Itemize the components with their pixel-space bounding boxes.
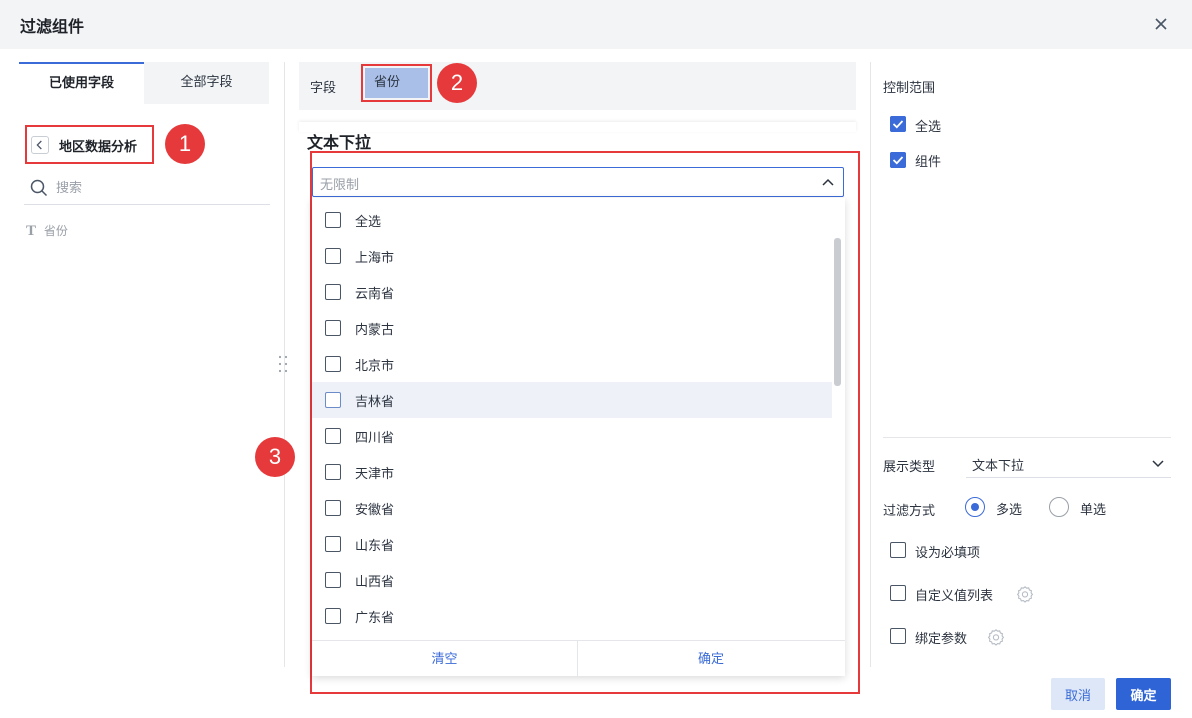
option-checkbox[interactable] [325,464,341,480]
dialog-title: 过滤组件 [20,17,85,36]
option-item[interactable]: 山西省 [312,562,832,598]
dropdown-scrollbar[interactable] [834,238,841,386]
select-placeholder: 无限制 [320,178,360,193]
required-label: 设为必填项 [915,546,981,561]
text-type-icon: T [26,223,37,239]
dataset-back-button[interactable]: 地区数据分析 [25,125,154,164]
filter-select[interactable]: 无限制 [312,167,844,197]
option-checkbox[interactable] [325,284,341,300]
tab-all-fields[interactable]: 全部字段 [144,62,269,104]
option-label: 内蒙古 [355,323,395,338]
option-label: 山西省 [355,575,395,590]
custom-values-checkbox[interactable] [890,585,906,601]
chevron-left-icon [31,136,49,154]
field-tabs: 已使用字段 全部字段 [19,62,269,104]
dropdown-confirm-button[interactable]: 确定 [578,641,844,677]
dropdown-footer: 清空 确定 [312,640,845,677]
option-label: 天津市 [355,467,395,482]
tab-used-fields[interactable]: 已使用字段 [19,62,144,104]
dialog-header: 过滤组件 [0,0,1192,49]
field-chip-province[interactable]: 省份 [365,68,428,98]
field-item-label: 省份 [43,224,68,238]
gear-icon[interactable] [987,628,1005,646]
close-icon[interactable] [1151,14,1171,34]
option-item-hovered[interactable]: 吉林省 [312,382,832,418]
field-bar-label: 字段 [310,81,337,96]
option-checkbox[interactable] [325,356,341,372]
cancel-button[interactable]: 取消 [1051,678,1105,710]
option-checkbox[interactable] [325,248,341,264]
option-label: 吉林省 [355,395,395,410]
scope-all-checkbox[interactable] [890,116,906,132]
option-checkbox[interactable] [325,320,341,336]
radio-multi[interactable] [965,497,985,517]
option-label: 全选 [355,215,382,230]
option-checkbox[interactable] [325,500,341,516]
option-label: 山东省 [355,539,395,554]
option-item[interactable]: 全选 [312,202,832,238]
option-item[interactable]: 北京市 [312,346,832,382]
option-label: 云南省 [355,287,395,302]
option-item[interactable]: 四川省 [312,418,832,454]
option-checkbox[interactable] [325,572,341,588]
radio-multi-label: 多选 [996,503,1023,518]
search-icon [30,179,48,197]
option-checkbox[interactable] [325,212,341,228]
scope-component-checkbox[interactable] [890,152,906,168]
search-input[interactable] [56,177,256,199]
option-checkbox[interactable] [325,392,341,408]
ok-button[interactable]: 确定 [1116,678,1171,710]
display-type-select[interactable]: 文本下拉 [966,449,1171,478]
drag-handle-icon[interactable] [277,354,289,374]
annotation-badge-2: 2 [437,63,477,103]
option-label: 上海市 [355,251,395,266]
field-item-province[interactable]: T 省份 [26,222,68,240]
field-search [24,172,270,205]
option-item[interactable]: 天津市 [312,454,832,490]
scope-component-label: 组件 [915,155,942,170]
clear-button[interactable]: 清空 [312,641,578,677]
option-label: 安徽省 [355,503,395,518]
dropdown-panel: 全选 上海市 云南省 内蒙古 北京市 吉林省 四川省 天津市 安徽省 山东省 山… [312,198,845,677]
option-item[interactable]: 云南省 [312,274,832,310]
option-item[interactable]: 广东省 [312,598,832,634]
filter-mode-label: 过滤方式 [883,504,936,519]
custom-values-label: 自定义值列表 [915,589,994,604]
preview-card [299,122,856,132]
required-checkbox[interactable] [890,542,906,558]
option-label: 广东省 [355,611,395,626]
radio-single[interactable] [1049,497,1069,517]
field-chip-highlight: 省份 [361,64,432,102]
bind-param-checkbox[interactable] [890,628,906,644]
display-type-value: 文本下拉 [972,459,1025,474]
option-item[interactable]: 山东省 [312,526,832,562]
right-divider [870,62,871,667]
settings-divider [883,437,1171,438]
annotation-badge-3: 3 [255,437,295,477]
preview-title: 文本下拉 [307,133,372,152]
annotation-badge-1: 1 [165,124,205,164]
option-item[interactable]: 内蒙古 [312,310,832,346]
option-label: 北京市 [355,359,395,374]
chevron-down-icon [1152,460,1164,468]
display-type-label: 展示类型 [883,460,936,475]
option-checkbox[interactable] [325,608,341,624]
option-checkbox[interactable] [325,428,341,444]
option-checkbox[interactable] [325,536,341,552]
scope-title: 控制范围 [883,81,936,96]
chevron-up-icon [822,178,834,186]
radio-single-label: 单选 [1080,503,1107,518]
gear-icon[interactable] [1016,585,1034,603]
option-item[interactable]: 安徽省 [312,490,832,526]
option-item[interactable]: 上海市 [312,238,832,274]
option-label: 四川省 [355,431,395,446]
scope-all-label: 全选 [915,120,942,135]
dataset-name: 地区数据分析 [59,140,138,155]
bind-param-label: 绑定参数 [915,632,968,647]
